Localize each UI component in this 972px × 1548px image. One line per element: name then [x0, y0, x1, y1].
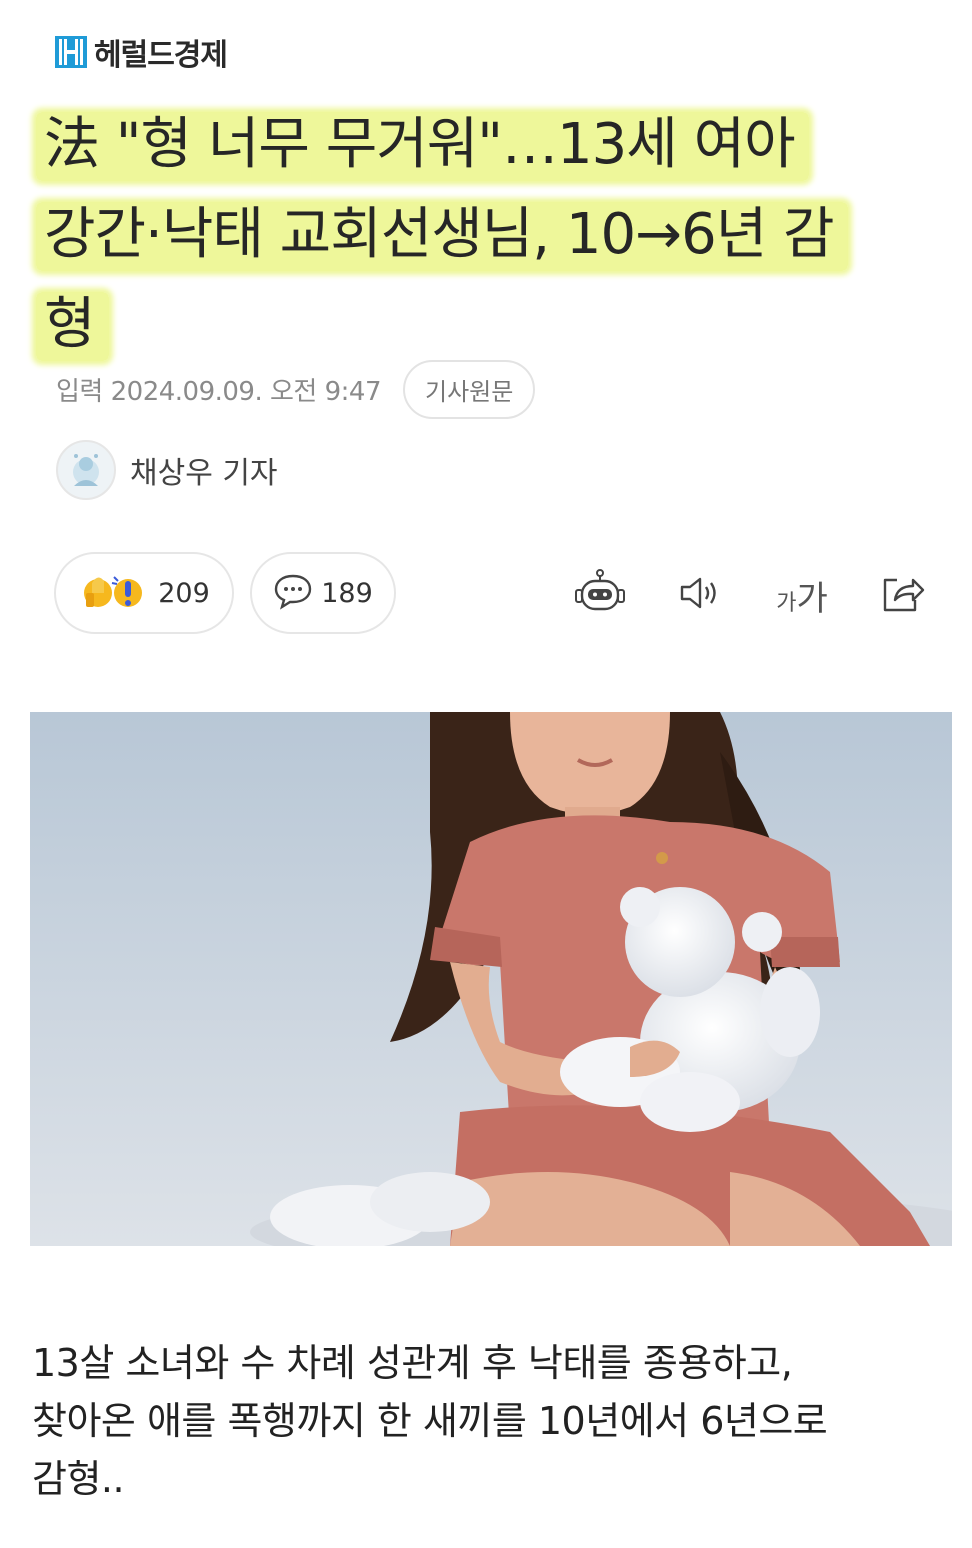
- reporter-name: 채상우 기자: [130, 456, 278, 491]
- speaker-icon: [676, 573, 724, 617]
- robot-summary-icon: [573, 568, 627, 622]
- girl-with-teddy-bear-image: [30, 712, 952, 1246]
- article-action-bar: 209 189 가가: [54, 552, 934, 638]
- headline-line-2: 강간·낙태 교회선생님, 10→6년 감: [36, 202, 848, 271]
- article-meta: 입력 2024.09.09. 오전 9:47 기사원문: [56, 360, 536, 419]
- original-article-button[interactable]: 기사원문: [403, 360, 536, 419]
- reporter-info[interactable]: 채상우 기자: [56, 440, 278, 500]
- share-button[interactable]: [874, 570, 930, 620]
- headline-line-3: 형: [36, 292, 109, 361]
- reaction-emoji-icon: [78, 569, 150, 617]
- body-line-2: 찾아온 애를 폭행까지 한 새끼를 10년에서 6년으로: [32, 1399, 828, 1443]
- publish-date: 입력 2024.09.09. 오전 9:47: [56, 377, 382, 407]
- headline-line-1: 法 "형 너무 무거워"…13세 여아: [36, 112, 809, 181]
- reaction-count: 209: [158, 577, 210, 609]
- reaction-button[interactable]: 209: [54, 552, 234, 634]
- herald-h-logo-icon: [54, 35, 88, 69]
- text-to-speech-button[interactable]: [672, 570, 728, 620]
- summary-bot-button[interactable]: [572, 568, 628, 622]
- font-size-icon: 가가: [776, 578, 828, 619]
- comment-count: 189: [321, 577, 373, 609]
- share-icon: [879, 572, 925, 618]
- body-line-1: 13살 소녀와 수 차례 성관계 후 낙태를 종용하고,: [32, 1341, 793, 1385]
- publisher-name: 헤럴드경제: [94, 38, 228, 73]
- comment-button[interactable]: 189: [250, 552, 396, 634]
- article-headline: 法 "형 너무 무거워"…13세 여아 강간·낙태 교회선생님, 10→6년 감…: [36, 100, 936, 370]
- font-size-button[interactable]: 가가: [770, 570, 834, 620]
- publisher-logo[interactable]: 헤럴드경제: [54, 30, 228, 74]
- article-body: 13살 소녀와 수 차례 성관계 후 낙태를 종용하고, 찾아온 애를 폭행까지…: [32, 1334, 942, 1508]
- body-line-3: 감형..: [32, 1457, 125, 1501]
- reporter-avatar-icon: [56, 440, 116, 500]
- comment-bubble-icon: [273, 572, 313, 614]
